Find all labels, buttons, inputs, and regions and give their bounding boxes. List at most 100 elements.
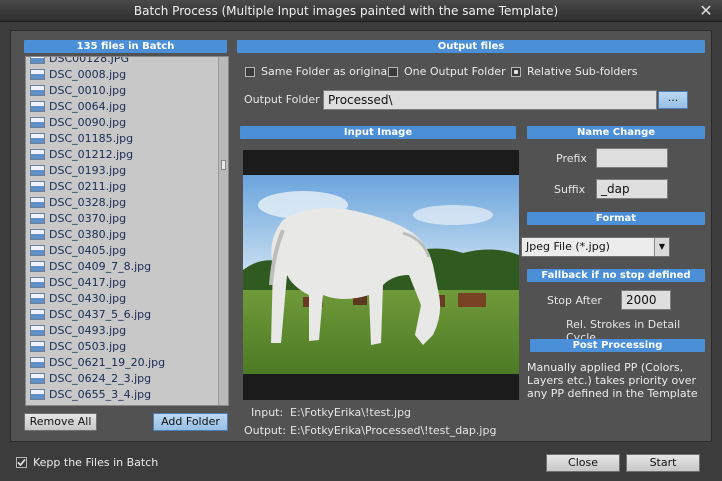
input-path-label: Input: bbox=[251, 406, 284, 419]
file-name: DSC_0621_19_20.jpg bbox=[49, 355, 166, 369]
file-list-item[interactable]: DSC_0417.jpg bbox=[26, 274, 219, 290]
file-list-item[interactable]: DSC_0193.jpg bbox=[26, 162, 219, 178]
window-title: Batch Process (Multiple Input images pai… bbox=[133, 4, 559, 18]
file-list-item[interactable]: DSC_0090.jpg bbox=[26, 114, 219, 130]
file-list-item[interactable]: DSC_0380.jpg bbox=[26, 226, 219, 242]
title-bar: Batch Process (Multiple Input images pai… bbox=[0, 0, 722, 22]
file-name: DSC00128.JPG bbox=[49, 56, 130, 65]
add-folder-button[interactable]: Add Folder bbox=[153, 413, 228, 431]
output-path-label: Output: bbox=[244, 424, 286, 437]
file-list-item[interactable]: DSC_0437_5_6.jpg bbox=[26, 306, 219, 322]
prefix-field[interactable] bbox=[596, 148, 668, 168]
file-list-item[interactable]: DSC00128.JPG bbox=[26, 56, 219, 66]
start-button[interactable]: Start bbox=[626, 454, 700, 472]
image-file-icon bbox=[30, 132, 45, 144]
output-files-header: Output files bbox=[237, 40, 705, 53]
image-file-icon bbox=[30, 244, 45, 256]
file-list-scrollbar[interactable] bbox=[218, 57, 228, 405]
file-list-item[interactable]: DSC_0064.jpg bbox=[26, 98, 219, 114]
fallback-header: Fallback if no stop defined bbox=[527, 269, 705, 282]
file-list-item[interactable]: DSC_0405.jpg bbox=[26, 242, 219, 258]
keep-files-option[interactable]: Kepp the Files in Batch bbox=[16, 456, 158, 469]
file-name: DSC_01185.jpg bbox=[49, 131, 134, 145]
file-name: DSC_0405.jpg bbox=[49, 243, 127, 257]
horse-photo-svg bbox=[243, 175, 519, 374]
file-name: DSC_0328.jpg bbox=[49, 195, 127, 209]
input-path: E:\FotkyErika\!test.jpg bbox=[290, 406, 412, 419]
file-list-item[interactable]: DSC_01212.jpg bbox=[26, 146, 219, 162]
file-list-header: 135 files in Batch bbox=[24, 40, 227, 53]
batch-panel: 135 files in Batch DSC00128.JPG DSC_0008.… bbox=[10, 30, 712, 442]
file-list-item[interactable]: DSC_0624_2_3.jpg bbox=[26, 370, 219, 386]
file-name: DSC_0417.jpg bbox=[49, 275, 127, 289]
file-name: DSC_0090.jpg bbox=[49, 115, 127, 129]
horse-photo bbox=[243, 175, 519, 374]
file-name: DSC_0064.jpg bbox=[49, 99, 127, 113]
image-file-icon bbox=[30, 324, 45, 336]
file-name: DSC_0493.jpg bbox=[49, 323, 127, 337]
file-list-item[interactable]: DSC_0409_7_8.jpg bbox=[26, 258, 219, 274]
check-icon bbox=[17, 458, 26, 467]
scrollbar-thumb[interactable] bbox=[221, 160, 226, 170]
image-file-icon bbox=[30, 228, 45, 240]
file-name: DSC_0430.jpg bbox=[49, 291, 127, 305]
image-file-icon bbox=[30, 180, 45, 192]
format-dropdown[interactable]: Jpeg File (*.jpg) ▼ bbox=[521, 237, 670, 257]
file-list-item[interactable]: DSC_0493.jpg bbox=[26, 322, 219, 338]
keep-files-checkbox[interactable] bbox=[16, 457, 27, 468]
close-window-icon[interactable]: ✕ bbox=[696, 1, 716, 21]
one-output-folder-checkbox[interactable] bbox=[388, 66, 398, 77]
relative-subfolders-radio[interactable] bbox=[511, 66, 521, 77]
image-file-icon bbox=[30, 196, 45, 208]
file-list-item[interactable]: DSC_0211.jpg bbox=[26, 178, 219, 194]
post-processing-note: Manually applied PP (Colors, Layers etc.… bbox=[527, 361, 698, 400]
file-list-item[interactable]: DSC_0430.jpg bbox=[26, 290, 219, 306]
image-file-icon bbox=[30, 212, 45, 224]
same-folder-checkbox[interactable] bbox=[245, 66, 255, 77]
file-list-item[interactable]: DSC_01185.jpg bbox=[26, 130, 219, 146]
image-file-icon bbox=[30, 84, 45, 96]
relative-subfolders-label: Relative Sub-folders bbox=[527, 65, 638, 78]
image-file-icon bbox=[30, 100, 45, 112]
suffix-label: Suffix bbox=[554, 183, 586, 196]
same-folder-option[interactable]: Same Folder as original bbox=[245, 65, 390, 78]
suffix-field[interactable]: _dap bbox=[596, 179, 668, 199]
file-list-item[interactable]: DSC_0010.jpg bbox=[26, 82, 219, 98]
keep-files-label: Kepp the Files in Batch bbox=[33, 456, 159, 469]
file-name: DSC_0008.jpg bbox=[49, 67, 127, 81]
stop-after-label: Stop After bbox=[547, 294, 602, 307]
file-list-item[interactable]: DSC_0655_3_4.jpg bbox=[26, 386, 219, 402]
close-button[interactable]: Close bbox=[546, 454, 620, 472]
image-file-icon bbox=[30, 164, 45, 176]
output-folder-field[interactable]: Processed\ bbox=[323, 90, 657, 110]
name-change-header: Name Change bbox=[527, 126, 705, 139]
remove-all-button[interactable]: Remove All bbox=[24, 413, 97, 431]
stop-after-field[interactable]: 2000 bbox=[621, 290, 671, 310]
format-header: Format bbox=[527, 212, 705, 225]
file-list[interactable]: DSC00128.JPG DSC_0008.jpg DSC_0010.jpg DSC_… bbox=[25, 56, 229, 406]
file-list-item[interactable]: DSC_0621_19_20.jpg bbox=[26, 354, 219, 370]
post-processing-header: Post Processing bbox=[530, 339, 705, 352]
one-output-folder-option[interactable]: One Output Folder bbox=[388, 65, 506, 78]
file-list-item[interactable]: DSC_0008.jpg bbox=[26, 66, 219, 82]
file-list-item[interactable]: DSC_0503.jpg bbox=[26, 338, 219, 354]
image-file-icon bbox=[30, 340, 45, 352]
image-file-icon bbox=[30, 308, 45, 320]
file-name: DSC_0437_5_6.jpg bbox=[49, 307, 152, 321]
relative-subfolders-option[interactable]: Relative Sub-folders bbox=[511, 65, 637, 78]
input-image-header: Input Image bbox=[240, 126, 516, 139]
file-list-item[interactable]: DSC_0370.jpg bbox=[26, 210, 219, 226]
one-output-folder-label: One Output Folder bbox=[404, 65, 506, 78]
file-name: DSC_0010.jpg bbox=[49, 83, 127, 97]
output-path: E:\FotkyErika\Processed\!test_dap.jpg bbox=[290, 424, 497, 437]
same-folder-label: Same Folder as original bbox=[261, 65, 391, 78]
prefix-label: Prefix bbox=[556, 152, 587, 165]
chevron-down-icon[interactable]: ▼ bbox=[654, 238, 669, 256]
file-list-item[interactable]: DSC_0328.jpg bbox=[26, 194, 219, 210]
format-selected: Jpeg File (*.jpg) bbox=[526, 240, 610, 253]
image-file-icon bbox=[30, 372, 45, 384]
image-file-icon bbox=[30, 148, 45, 160]
browse-button[interactable]: ... bbox=[658, 91, 688, 109]
file-items: DSC00128.JPG DSC_0008.jpg DSC_0010.jpg DSC_… bbox=[26, 56, 219, 402]
file-name: DSC_0409_7_8.jpg bbox=[49, 259, 152, 273]
